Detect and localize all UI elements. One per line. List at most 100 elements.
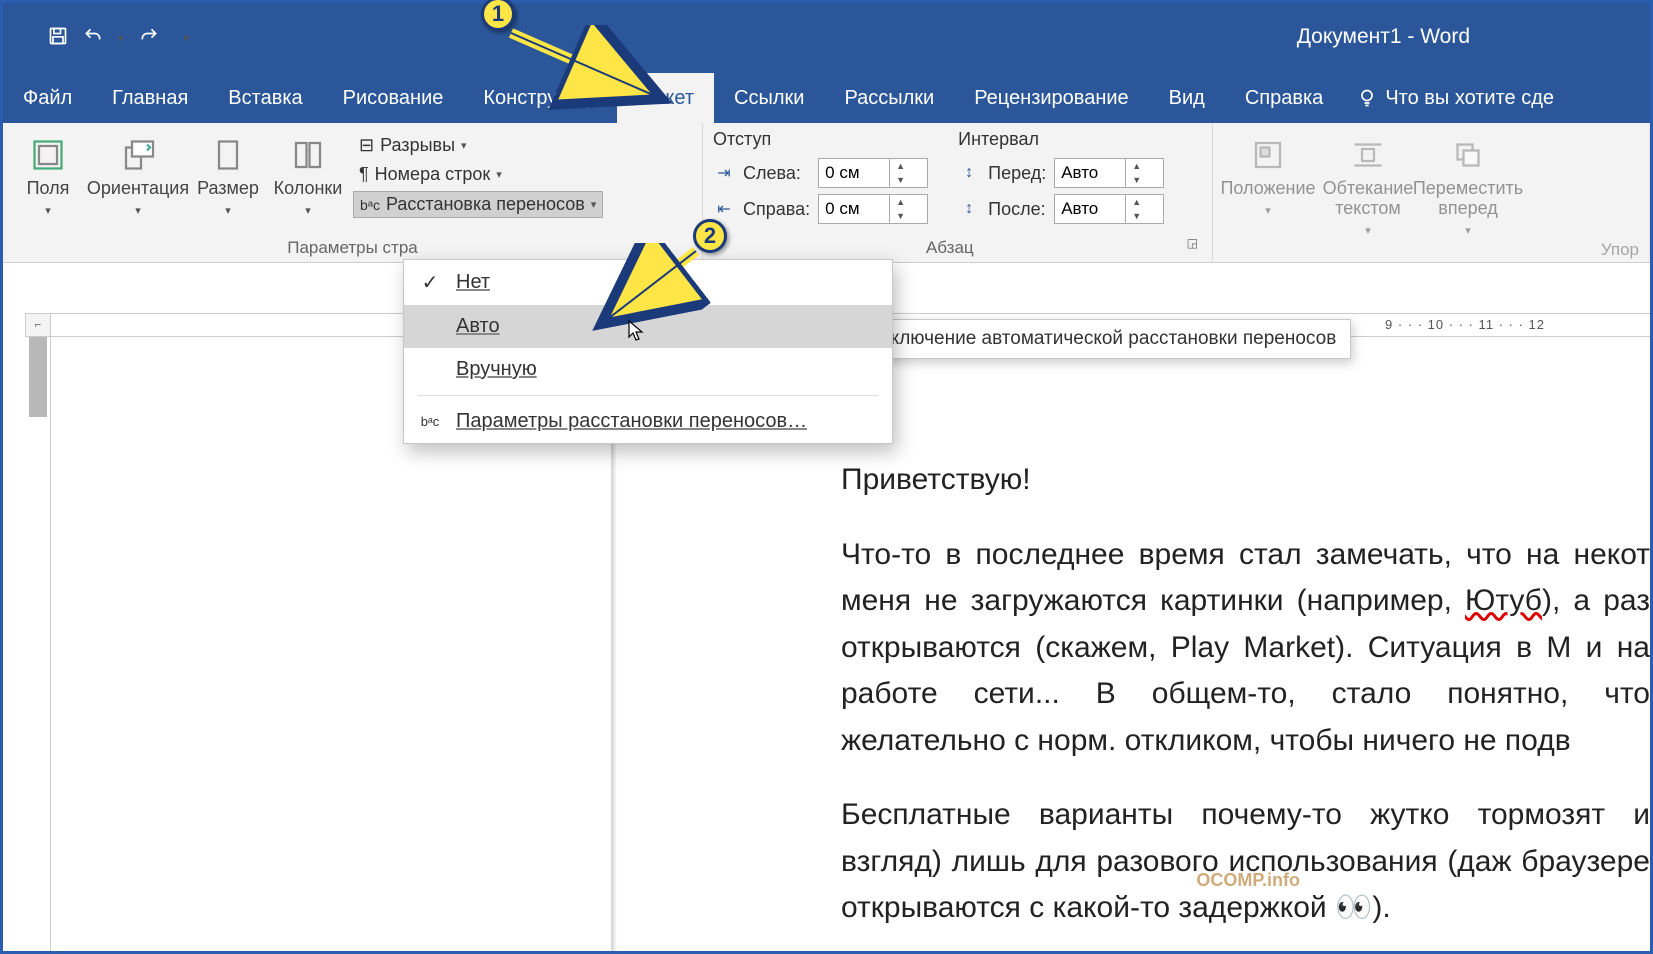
spacing-after-label: После: [988,199,1046,220]
dropdown-label: Нет [456,271,490,294]
group-arrange: Положение▾ Обтекание текстом▾ Переместит… [1213,123,1650,262]
tab-mailings[interactable]: Рассылки [824,73,954,123]
bring-forward-icon [1448,135,1488,175]
spacing-before-icon: ↕ [958,164,980,182]
wrap-text-label: Обтекание текстом [1323,178,1414,218]
document-title: Документ1 - Word [1297,25,1470,49]
document-paragraph[interactable]: Что-то в последнее время стал замечать, … [841,532,1650,765]
tab-review[interactable]: Рецензирование [954,73,1148,123]
tab-draw[interactable]: Рисование [323,73,464,123]
ruler-corner: ⌐ [25,313,51,337]
spacing-header: Интервал [958,129,1164,154]
indent-right-icon: ⇤ [713,199,735,219]
spin-down-icon[interactable]: ▼ [890,173,911,187]
annotation-arrow-2 [591,243,711,333]
paragraph-launcher-icon[interactable]: ◲ [1187,236,1202,258]
indent-right-field[interactable] [819,199,889,219]
spin-up-icon[interactable]: ▲ [1126,159,1147,173]
breaks-icon: ⊟ [359,135,374,156]
tab-help[interactable]: Справка [1225,73,1343,123]
tab-home[interactable]: Главная [92,73,208,123]
spin-up-icon[interactable]: ▲ [1126,195,1147,209]
undo-icon[interactable] [82,26,104,51]
spin-down-icon[interactable]: ▼ [1126,209,1147,223]
indent-left-input[interactable]: ▲▼ [818,158,928,188]
spin-up-icon[interactable]: ▲ [890,195,911,209]
arrange-group-label: Упор [1223,238,1639,260]
tab-file[interactable]: Файл [3,73,92,123]
group-page-setup: Поля▾ Ориентация▾ Размер▾ Колонки▾ ⊟ Раз… [3,123,703,262]
orientation-button[interactable]: Ориентация▾ [93,129,183,219]
spin-down-icon[interactable]: ▼ [890,209,911,223]
qat-customize-icon[interactable]: ▾ [184,32,190,45]
ruler-scale-right: 9 · · · 10 · · · 11 · · · 12 [1385,317,1545,332]
spin-down-icon[interactable]: ▼ [1126,173,1147,187]
hyphenation-icon: bᵃc [360,197,380,213]
spacing-before-field[interactable] [1055,163,1125,183]
bring-forward-label: Переместить вперед [1413,178,1523,218]
columns-label: Колонки [274,178,343,198]
orientation-icon [118,135,158,175]
spacing-after-icon: ↕ [958,200,980,218]
save-icon[interactable] [48,26,68,51]
margins-label: Поля [27,178,70,198]
tell-me-placeholder: Что вы хотите сде [1385,87,1554,110]
undo-dropdown-icon[interactable]: ▾ [118,32,124,45]
document-paragraph[interactable]: Бесплатные варианты почему-то жутко торм… [841,792,1650,932]
line-numbers-icon: ¶ [359,164,369,185]
quick-access-toolbar: ▾ ▾ [3,26,189,51]
tell-me-search[interactable]: Что вы хотите сде [1343,73,1568,123]
spell-error[interactable]: Ютуб [1465,584,1542,617]
redo-icon[interactable] [138,26,160,51]
vertical-ruler[interactable] [25,337,51,951]
indent-right-input[interactable]: ▲▼ [818,194,928,224]
tab-view[interactable]: Вид [1149,73,1225,123]
paragraph-group-label: Абзац [926,236,974,258]
spacing-before-label: Перед: [988,163,1046,184]
hyphenation-label: Расстановка переносов [386,194,585,215]
spin-up-icon[interactable]: ▲ [890,159,911,173]
wrap-text-button[interactable]: Обтекание текстом▾ [1323,129,1413,238]
columns-button[interactable]: Колонки▾ [273,129,343,219]
size-button[interactable]: Размер▾ [193,129,263,219]
indent-left-field[interactable] [819,163,889,183]
hyphenation-small-icon: bᵃc [418,414,442,429]
bring-forward-button[interactable]: Переместить вперед▾ [1423,129,1513,238]
size-label: Размер [197,178,259,198]
position-button[interactable]: Положение▾ [1223,129,1313,219]
lightbulb-icon [1357,88,1377,108]
position-icon [1248,135,1288,175]
orientation-label: Ориентация [87,178,189,198]
annotation-callout-2: 2 [693,219,727,253]
dropdown-label: Параметры расстановки переносов… [456,410,807,433]
line-numbers-button[interactable]: ¶ Номера строк ▾ [353,162,603,187]
dropdown-label: Авто [456,315,500,338]
dropdown-label: Вручную [456,358,537,381]
spacing-after-field[interactable] [1055,199,1125,219]
annotation-arrow-1 [503,25,673,115]
position-label: Положение [1220,178,1315,198]
tooltip: Включение автоматической расстановки пер… [863,319,1351,359]
size-icon [208,135,248,175]
hyphenation-button[interactable]: bᵃc Расстановка переносов ▾ [353,191,603,218]
dropdown-separator [418,395,878,396]
margins-icon [28,135,68,175]
spacing-after-input[interactable]: ▲▼ [1054,194,1164,224]
tab-insert[interactable]: Вставка [208,73,322,123]
indent-left-icon: ⇥ [713,163,735,183]
check-icon: ✓ [418,270,442,295]
ribbon: Поля▾ Ориентация▾ Размер▾ Колонки▾ ⊟ Раз… [3,123,1650,263]
margins-button[interactable]: Поля▾ [13,129,83,219]
document-paragraph[interactable]: Приветствую! [841,457,1650,504]
indent-left-label: Слева: [743,163,810,184]
dropdown-item-manual[interactable]: Вручную [404,348,892,391]
tab-references[interactable]: Ссылки [714,73,824,123]
indent-header: Отступ [713,129,928,154]
breaks-button[interactable]: ⊟ Разрывы ▾ [353,133,603,158]
wrap-text-icon [1348,135,1388,175]
indent-right-label: Справа: [743,199,810,220]
dropdown-item-options[interactable]: bᵃc Параметры расстановки переносов… [404,400,892,443]
spacing-before-input[interactable]: ▲▼ [1054,158,1164,188]
breaks-label: Разрывы [380,135,455,156]
columns-icon [288,135,328,175]
